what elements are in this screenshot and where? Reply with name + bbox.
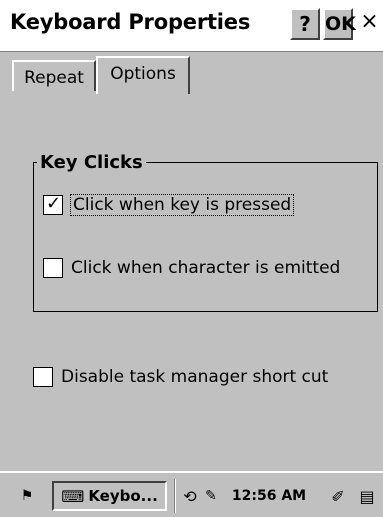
checkbox-disable-task-manager[interactable] (33, 367, 53, 387)
tab-repeat[interactable]: Repeat (12, 60, 96, 94)
task-label: Keybo... (88, 487, 158, 505)
ok-button[interactable]: OK (323, 8, 356, 40)
checkbox-label: Disable task manager short cut (61, 367, 329, 387)
options-panel: Key Clicks ✓ Click when key is pressed C… (0, 91, 383, 471)
taskbar: ⚑ ⌨ Keybo... ⟲ ✎ 12:56 AM ✐ ▤ (0, 471, 383, 517)
checkbox-label: Click when key is pressed (69, 194, 295, 216)
tab-strip: Repeat Options (0, 52, 383, 143)
keyboard-icon: ⌨ (61, 486, 85, 506)
checkbox-label: Click when character is emitted (71, 258, 341, 278)
disable-task-manager-option[interactable]: Disable task manager short cut (33, 367, 328, 387)
input-panel-icon[interactable]: ✐ (326, 481, 350, 511)
tab-options[interactable]: Options (96, 56, 190, 94)
windows-flag-icon: ⚑ (20, 488, 34, 504)
desktop-icon[interactable]: ▤ (354, 481, 380, 511)
taskbar-keyboard-button[interactable]: ⌨ Keybo... (52, 481, 167, 511)
help-button[interactable]: ? (290, 8, 320, 40)
clock[interactable]: 12:56 AM (223, 481, 315, 511)
group-label: Key Clicks (37, 152, 146, 173)
window-title: Keyboard Properties (10, 10, 251, 34)
check-mark-icon: ✓ (46, 193, 62, 214)
taskbar-separator (174, 479, 176, 513)
sync-icon[interactable]: ⟲ (180, 481, 200, 511)
close-button[interactable]: × (356, 8, 383, 40)
checkbox-key-pressed[interactable]: ✓ (43, 193, 63, 215)
start-button[interactable]: ⚑ (12, 481, 42, 511)
click-key-pressed-option[interactable]: ✓ Click when key is pressed (43, 193, 295, 216)
click-character-emitted-option[interactable]: Click when character is emitted (43, 258, 340, 278)
title-bar: Keyboard Properties ? OK × (0, 0, 383, 52)
edit-icon[interactable]: ✎ (202, 481, 220, 511)
checkbox-character-emitted[interactable] (43, 258, 63, 278)
key-clicks-group (33, 162, 378, 312)
